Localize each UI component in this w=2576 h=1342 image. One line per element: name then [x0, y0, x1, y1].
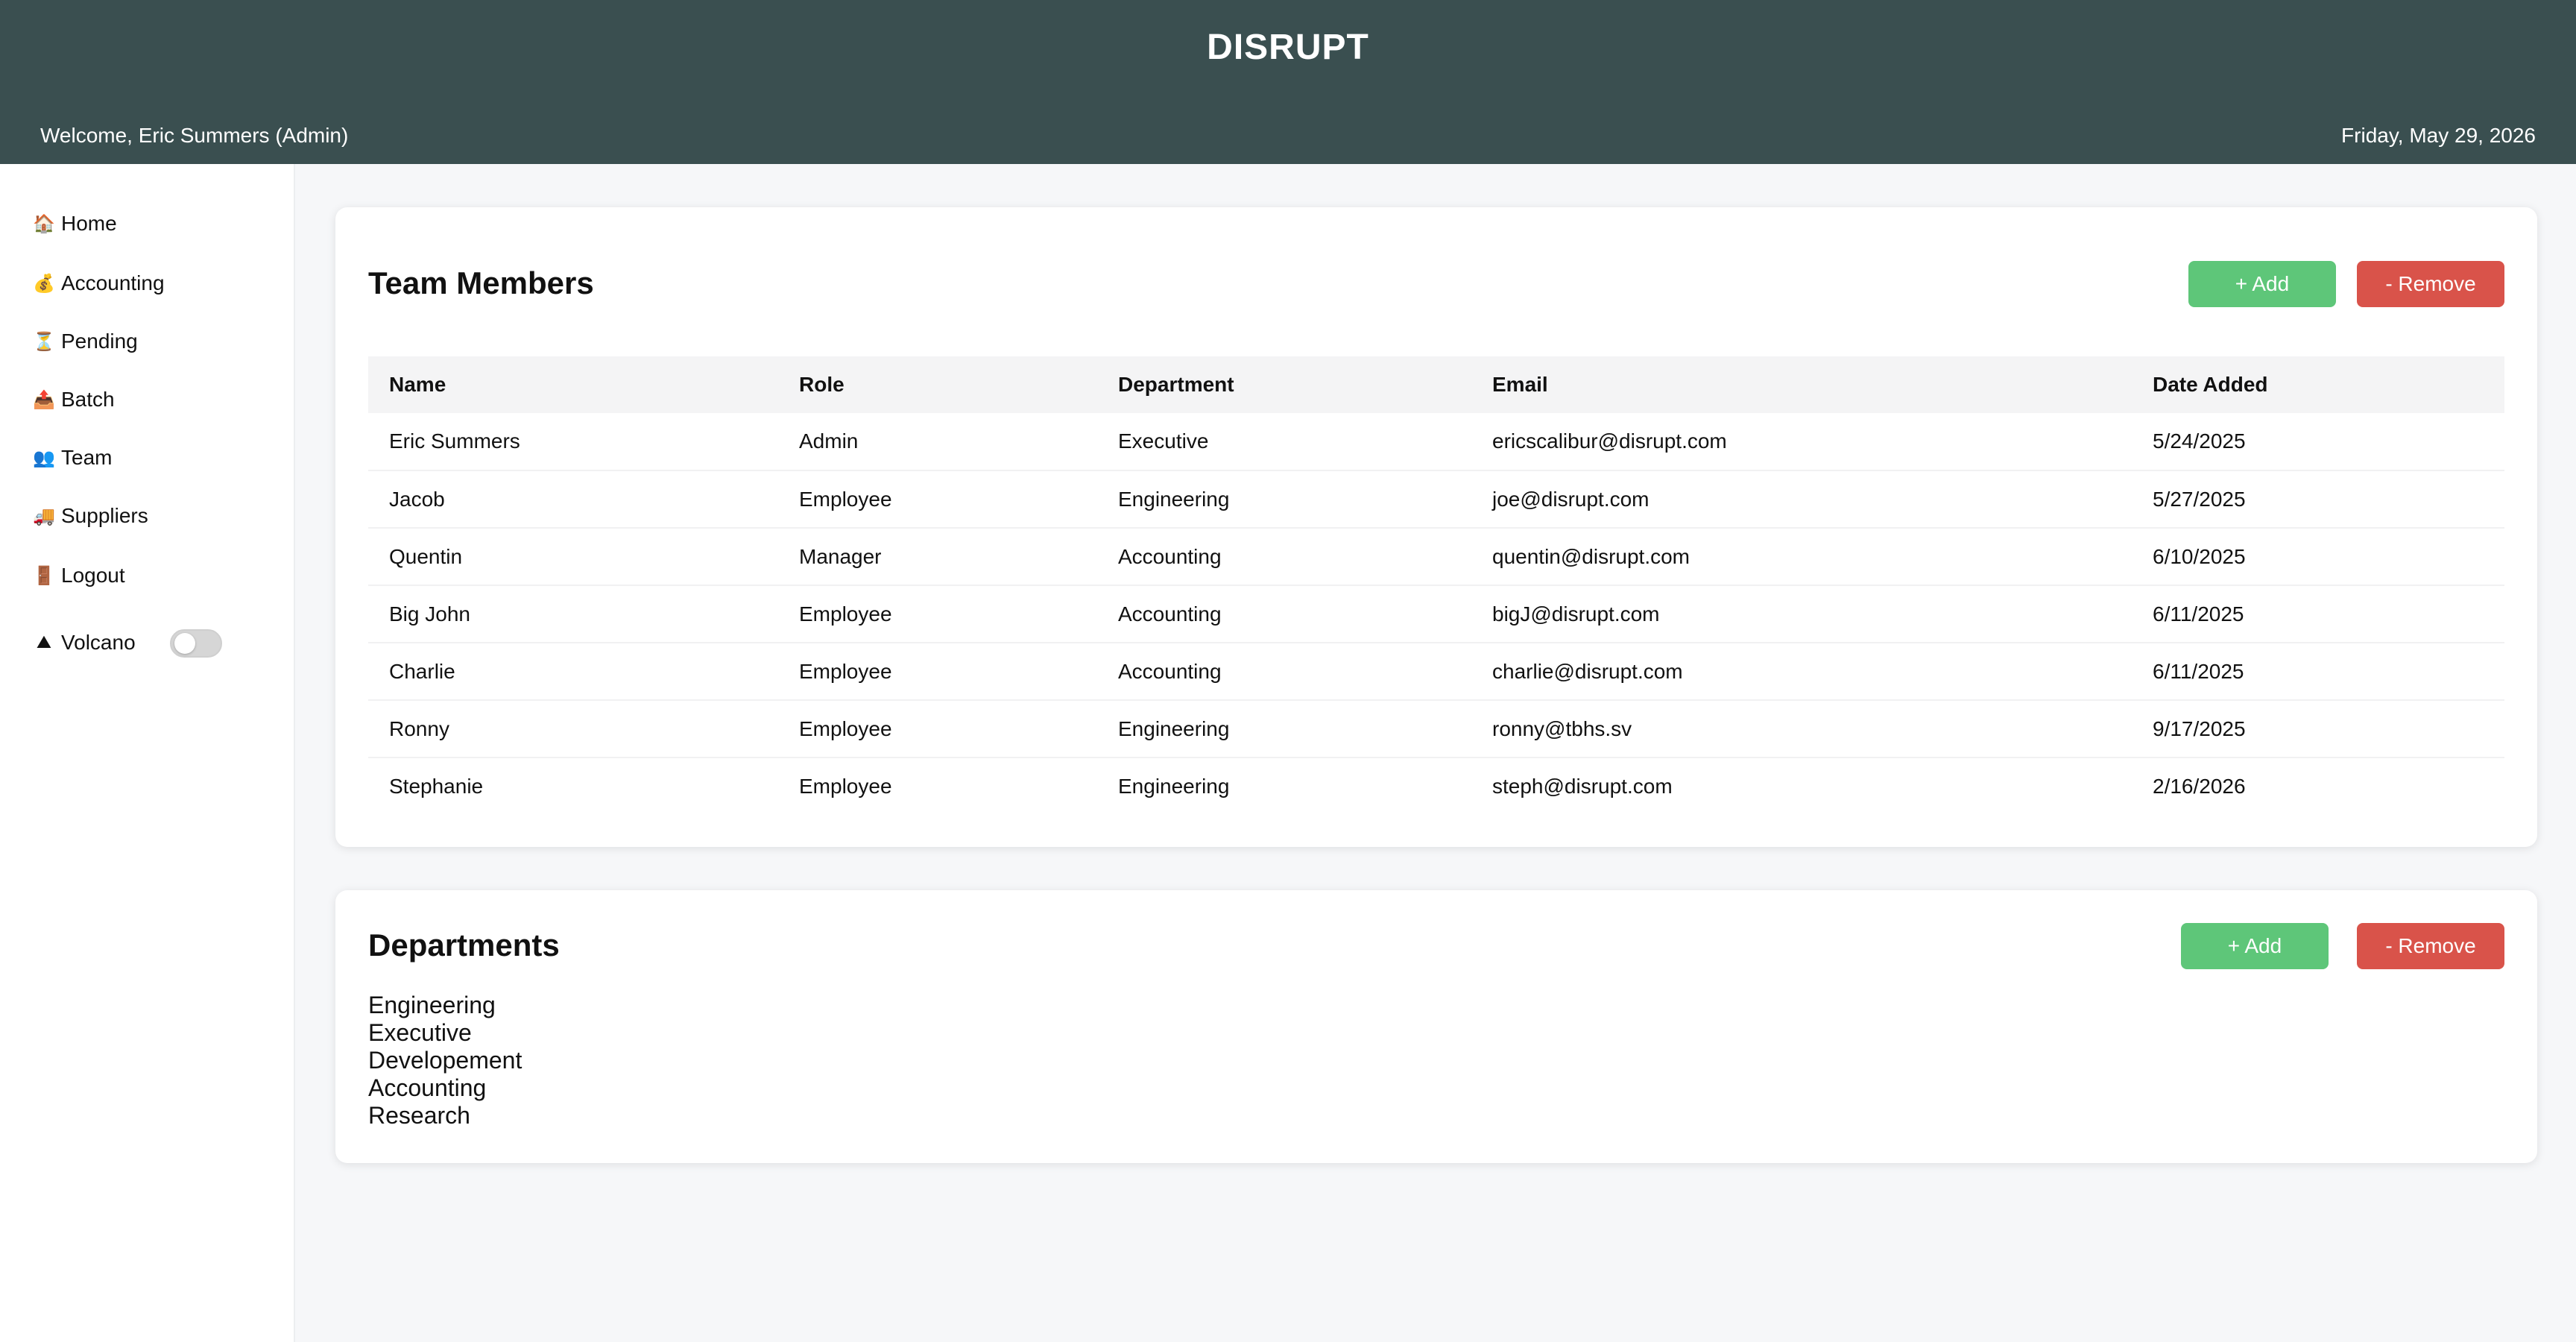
cell-email: ericscalibur@disrupt.com [1471, 413, 2132, 471]
remove-department-button[interactable]: - Remove [2357, 923, 2504, 969]
sidebar: 🏠 Home 💰 Accounting ⏳ Pending 📤 Batch 👥 … [0, 164, 295, 1342]
team-members-card: Team Members + Add - Remove Name Role De… [335, 207, 2537, 847]
sidebar-item-pending[interactable]: ⏳ Pending [33, 324, 138, 359]
cell-name: Stephanie [389, 775, 484, 798]
welcome-text: Welcome, Eric Summers (Admin) [40, 124, 349, 147]
column-header-date-added: Date Added [2132, 356, 2504, 413]
cell-department: Engineering [1118, 775, 1230, 798]
cell-date-added: 5/27/2025 [2132, 470, 2504, 529]
column-header-name: Name [368, 356, 778, 413]
departments-title: Departments [368, 927, 560, 963]
money-bag-icon: 💰 [33, 273, 55, 294]
column-header-email: Email [1471, 356, 2132, 413]
toggle-knob [174, 633, 195, 654]
sidebar-item-label: Team [61, 446, 113, 469]
table-row[interactable]: Jacob Employee Engineering joe@disrupt.c… [368, 470, 2504, 529]
sidebar-item-label: Logout [61, 564, 125, 587]
list-item: Accounting [368, 1074, 487, 1101]
top-header: DISRUPT Welcome, Eric Summers (Admin) Fr… [0, 0, 2576, 164]
table-row[interactable]: Charlie Employee Accounting charlie@disr… [368, 643, 2504, 701]
team-members-table: Name Role Department Email Date Added Er… [368, 356, 2504, 815]
table-header-row: Name Role Department Email Date Added [368, 356, 2504, 413]
cell-email: bigJ@disrupt.com [1471, 585, 2132, 643]
sidebar-item-label: Accounting [61, 271, 165, 294]
cell-email: ronny@tbhs.sv [1471, 700, 2132, 758]
mountain-icon: ⛰ [36, 632, 52, 652]
sidebar-item-batch[interactable]: 📤 Batch [33, 382, 115, 418]
sidebar-item-team[interactable]: 👥 Team [33, 440, 112, 476]
table-row[interactable]: Ronny Employee Engineering ronny@tbhs.sv… [368, 700, 2504, 758]
cell-email: quentin@disrupt.com [1471, 528, 2132, 586]
cell-name: Ronny [368, 700, 778, 758]
remove-member-button[interactable]: - Remove [2357, 261, 2504, 307]
cell-department: Accounting [1097, 528, 1471, 586]
column-header-department: Department [1097, 356, 1471, 413]
cell-department: Engineering [1097, 470, 1471, 529]
volcano-toggle[interactable] [170, 629, 222, 658]
cell-role: Employee [799, 775, 892, 798]
cell-date-added: 6/11/2025 [2132, 585, 2504, 643]
cell-role: Employee [778, 643, 1097, 701]
sidebar-item-suppliers[interactable]: 🚚 Suppliers [33, 498, 148, 534]
door-icon: 🚪 [33, 565, 55, 586]
cell-department: Executive [1097, 413, 1471, 471]
sidebar-item-logout[interactable]: 🚪 Logout [33, 558, 125, 593]
cell-department: Accounting [1097, 643, 1471, 701]
cell-role: Employee [778, 700, 1097, 758]
table-row[interactable]: Eric Summers Admin Executive ericscalibu… [368, 413, 2504, 471]
people-icon: 👥 [33, 447, 55, 468]
sidebar-item-volcano: ⛰ Volcano [33, 625, 136, 661]
app-title: DISRUPT [1207, 28, 1369, 67]
cell-date-added: 9/17/2025 [2132, 700, 2504, 758]
table-row[interactable]: Stephanie Employee Engineering steph@dis… [368, 757, 2504, 815]
column-header-role: Role [778, 356, 1097, 413]
cell-name: Jacob [368, 470, 778, 529]
add-department-button[interactable]: + Add [2181, 923, 2329, 969]
cell-email: joe@disrupt.com [1471, 470, 2132, 529]
list-item: Executive [368, 1019, 472, 1046]
cell-role: Admin [778, 413, 1097, 471]
cell-role: Employee [778, 470, 1097, 529]
truck-icon: 🚚 [33, 505, 55, 526]
cell-name: Quentin [368, 528, 778, 586]
sidebar-item-accounting[interactable]: 💰 Accounting [33, 265, 165, 301]
hourglass-icon: ⏳ [33, 331, 55, 352]
cell-date-added: 6/10/2025 [2132, 528, 2504, 586]
current-date: Friday, May 29, 2026 [2341, 124, 2536, 147]
team-members-title: Team Members [368, 265, 594, 300]
cell-department: Engineering [1097, 700, 1471, 758]
list-item: Engineering [368, 992, 496, 1018]
sidebar-item-label: Suppliers [61, 504, 148, 527]
cell-date-added: 2/16/2026 [2153, 775, 2246, 798]
departments-card: Departments + Add - Remove Engineering E… [335, 890, 2537, 1163]
sidebar-item-label: Home [61, 212, 117, 235]
list-item: Research [368, 1102, 470, 1129]
cell-email: charlie@disrupt.com [1471, 643, 2132, 701]
cell-date-added: 6/11/2025 [2132, 643, 2504, 701]
cell-name: Charlie [368, 643, 778, 701]
volcano-label: Volcano [61, 631, 136, 654]
upload-icon: 📤 [33, 389, 55, 410]
sidebar-item-label: Pending [61, 330, 138, 353]
cell-date-added: 5/24/2025 [2132, 413, 2504, 471]
list-item: Developement [368, 1047, 523, 1074]
sidebar-item-label: Batch [61, 388, 115, 411]
cell-name: Big John [368, 585, 778, 643]
cell-email: steph@disrupt.com [1492, 775, 1673, 798]
cell-role: Manager [778, 528, 1097, 586]
cell-department: Accounting [1097, 585, 1471, 643]
sidebar-item-home[interactable]: 🏠 Home [33, 206, 117, 242]
add-member-button[interactable]: + Add [2188, 261, 2336, 307]
cell-name: Eric Summers [368, 413, 778, 471]
departments-list: Engineering Executive Developement Accou… [368, 992, 522, 1130]
cell-role: Employee [778, 585, 1097, 643]
house-icon: 🏠 [33, 213, 55, 234]
table-row[interactable]: Big John Employee Accounting bigJ@disrup… [368, 585, 2504, 643]
table-row[interactable]: Quentin Manager Accounting quentin@disru… [368, 528, 2504, 586]
